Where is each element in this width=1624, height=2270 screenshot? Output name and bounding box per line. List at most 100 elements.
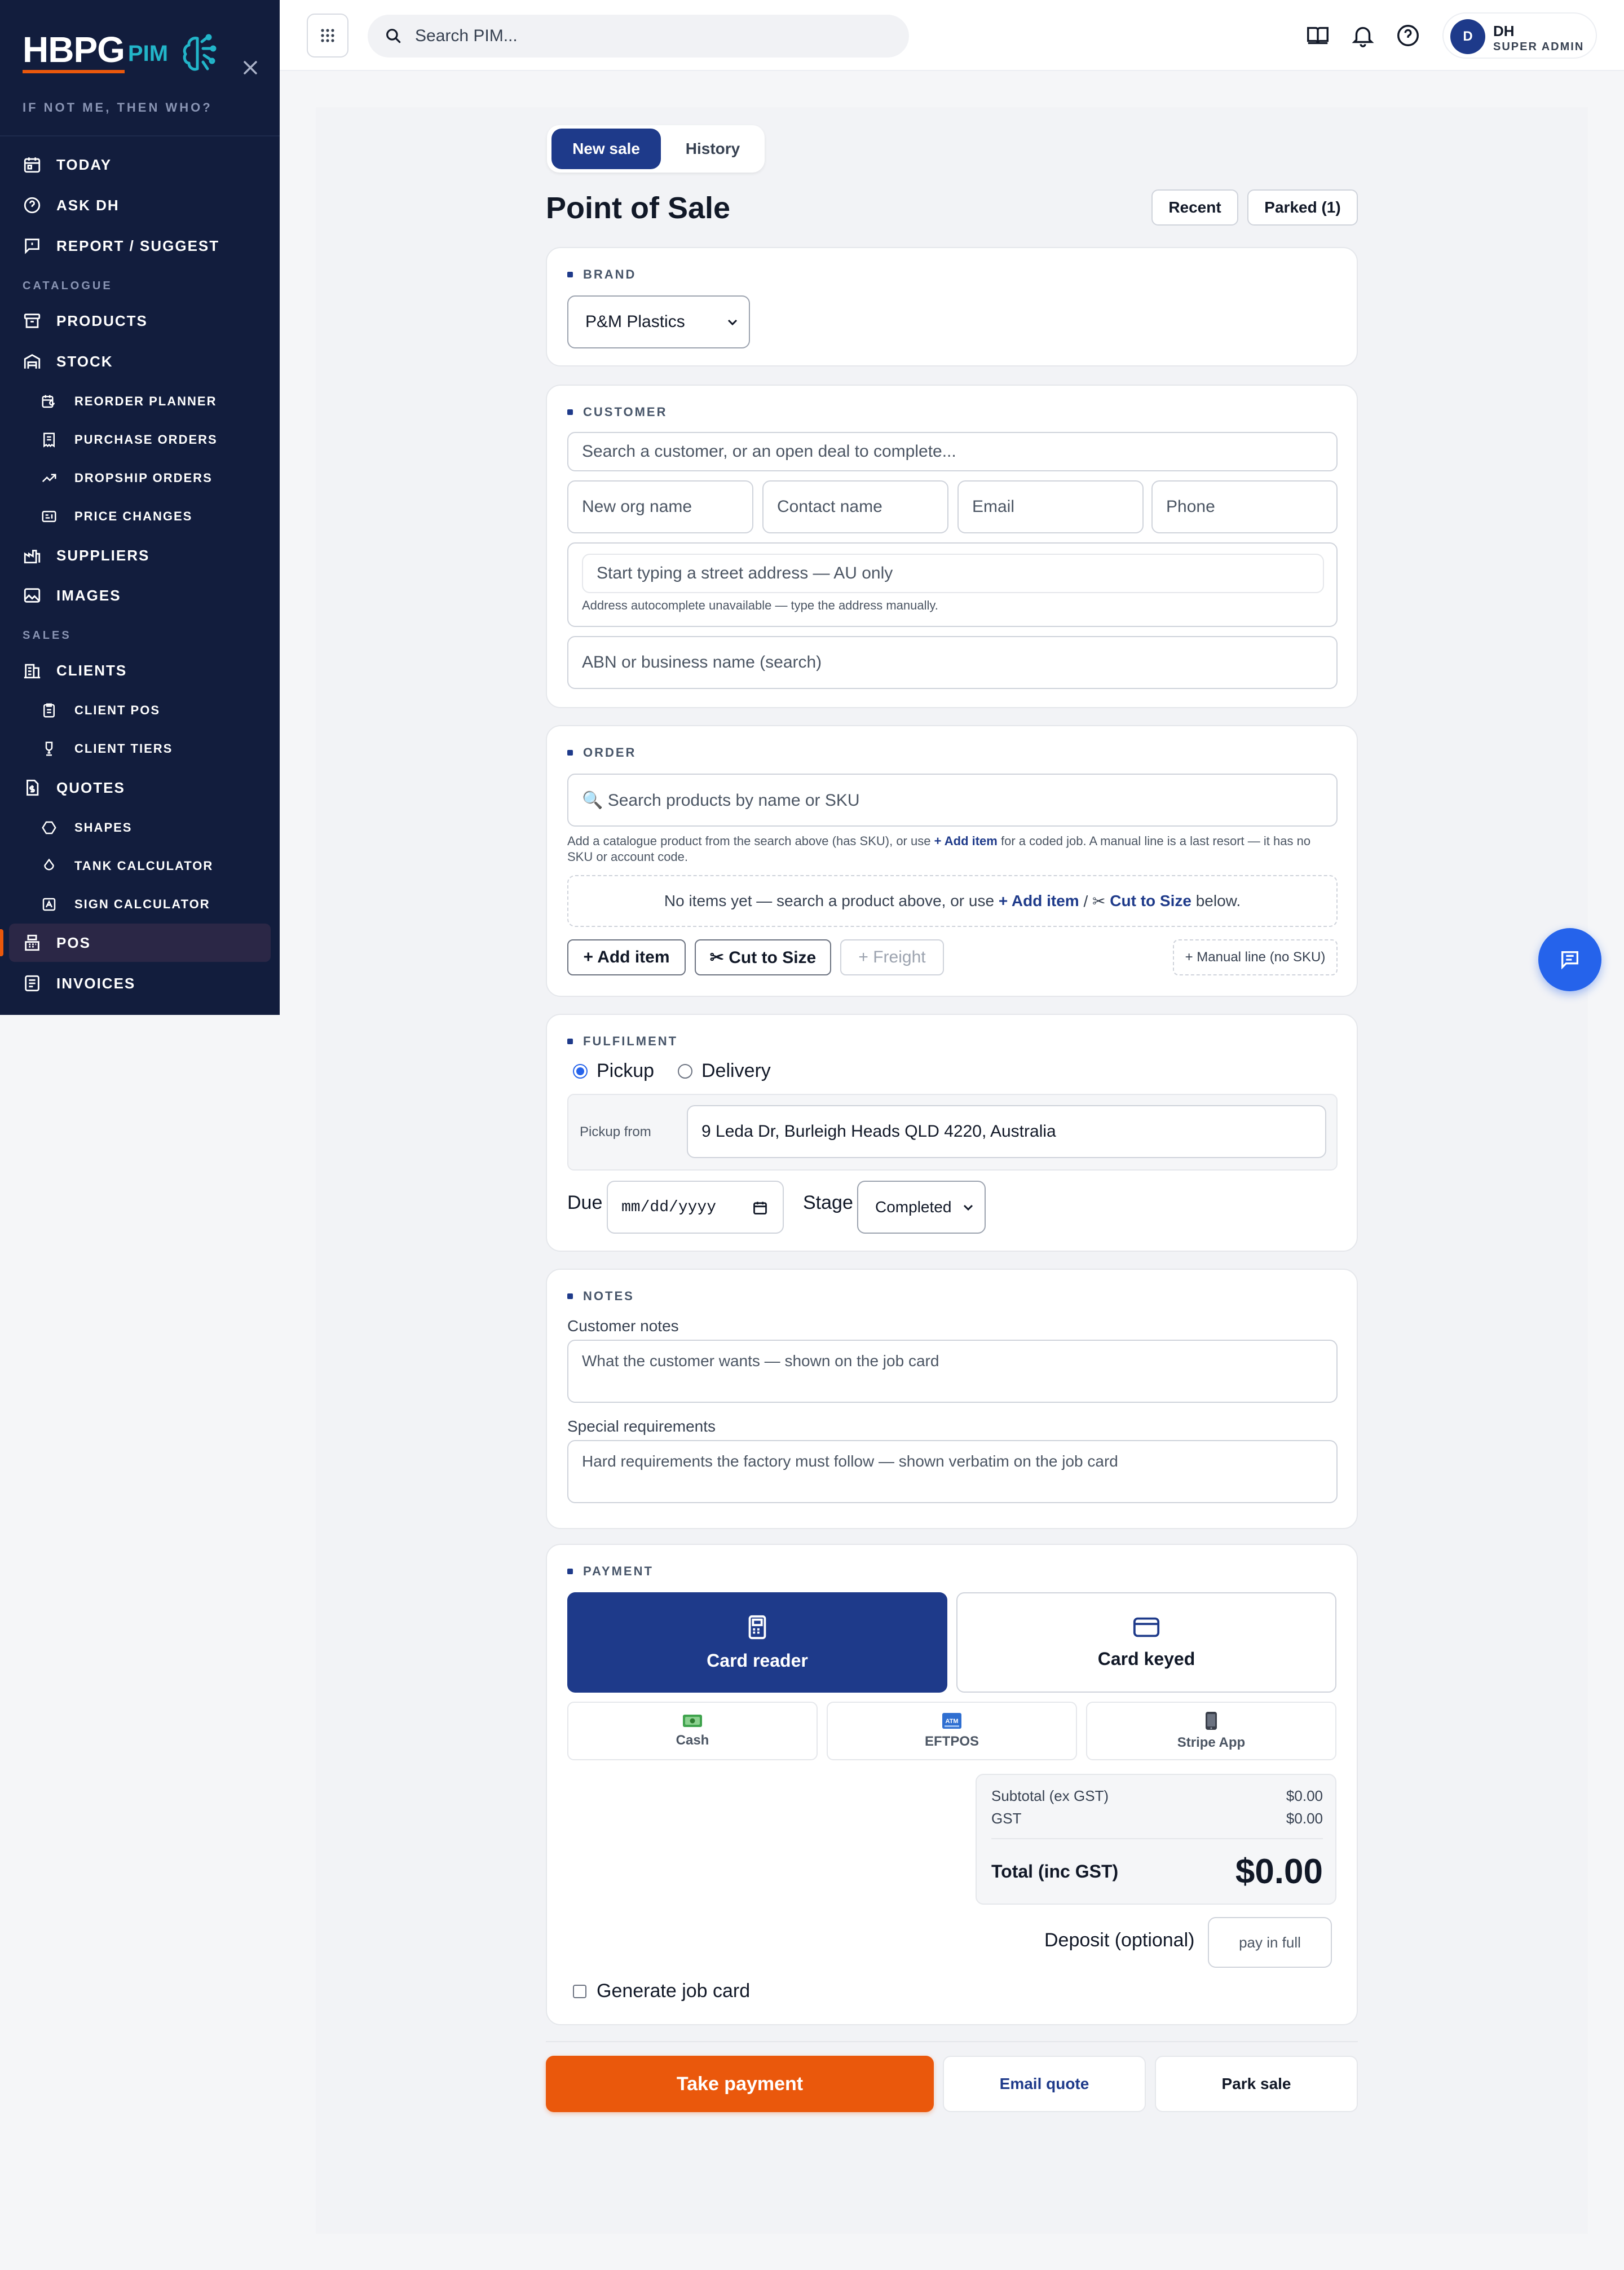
customer-notes-textarea[interactable]: What the customer wants — shown on the j… bbox=[567, 1340, 1338, 1403]
date-placeholder: mm/dd/yyyy bbox=[621, 1198, 717, 1216]
add-item-button[interactable]: + Add item bbox=[567, 939, 686, 975]
sidebar-item-clients[interactable]: CLIENTS bbox=[9, 651, 271, 690]
eftpos-option[interactable]: ATM EFTPOS bbox=[827, 1702, 1077, 1760]
calendar-refresh-icon bbox=[42, 395, 55, 408]
freight-button[interactable]: + Freight bbox=[840, 939, 944, 975]
generate-job-card-checkbox[interactable] bbox=[573, 1985, 586, 1998]
sidebar-item-today[interactable]: TODAY bbox=[9, 145, 271, 184]
special-requirements-textarea[interactable]: Hard requirements the factory must follo… bbox=[567, 1440, 1338, 1503]
sidebar-item-ask-dh[interactable]: ASK DH bbox=[9, 186, 271, 224]
email-field[interactable]: Email bbox=[957, 480, 1144, 533]
sidebar-item-products[interactable]: PRODUCTS bbox=[9, 302, 271, 340]
empty-text: No items yet — search a product above, o… bbox=[664, 892, 999, 909]
abn-search-field[interactable]: ABN or business name (search) bbox=[567, 636, 1338, 689]
sidebar-item-client-pos[interactable]: CLIENT POS bbox=[9, 691, 271, 730]
chat-icon bbox=[1561, 951, 1578, 970]
logo[interactable]: HBPG PIM bbox=[23, 32, 218, 73]
chat-fab-button[interactable] bbox=[1538, 928, 1601, 991]
sidebar-item-client-tiers[interactable]: CLIENT TIERS bbox=[9, 730, 271, 768]
recent-button[interactable]: Recent bbox=[1151, 189, 1238, 226]
deposit-input[interactable]: pay in full bbox=[1208, 1917, 1332, 1968]
section-label-sales: SALES bbox=[23, 629, 72, 642]
empty-add-item: + Add item bbox=[998, 892, 1079, 909]
total-value: $0.00 bbox=[1235, 1852, 1323, 1891]
radio-unselected bbox=[678, 1063, 692, 1079]
sidebar-item-quotes[interactable]: QUOTES bbox=[9, 769, 271, 807]
totals-summary: Subtotal (ex GST) $0.00 GST $0.00 Total (i… bbox=[976, 1774, 1336, 1905]
tab-history[interactable]: History bbox=[665, 129, 760, 169]
placeholder: Email bbox=[972, 497, 1015, 516]
sidebar-item-tank-calculator[interactable]: TANK CALCULATOR bbox=[9, 847, 271, 885]
option-label: Stripe App bbox=[1177, 1735, 1246, 1750]
tab-new-sale[interactable]: New sale bbox=[551, 129, 661, 169]
sidebar-item-dropship-orders[interactable]: DROPSHIP ORDERS bbox=[9, 459, 271, 497]
section-title-order: ORDER bbox=[567, 745, 636, 760]
global-search-input[interactable]: Search PIM... bbox=[368, 15, 909, 58]
contact-name-field[interactable]: Contact name bbox=[762, 480, 948, 533]
sidebar-item-label: POS bbox=[56, 934, 91, 951]
sidebar-item-suppliers[interactable]: SUPPLIERS bbox=[9, 536, 271, 575]
atm-icon: ATM bbox=[942, 1713, 961, 1729]
sidebar-item-images[interactable]: IMAGES bbox=[9, 576, 271, 615]
parked-button[interactable]: Parked (1) bbox=[1247, 189, 1358, 226]
park-sale-button[interactable]: Park sale bbox=[1155, 2056, 1358, 2112]
sidebar-item-label: QUOTES bbox=[56, 779, 125, 796]
user-menu[interactable]: D DH SUPER ADMIN bbox=[1442, 12, 1597, 59]
product-search-input[interactable]: 🔍 Search products by name or SKU bbox=[567, 774, 1338, 827]
sidebar-item-purchase-orders[interactable]: PURCHASE ORDERS bbox=[9, 421, 271, 459]
sidebar-item-invoices[interactable]: INVOICES bbox=[9, 964, 271, 1002]
sidebar-item-reorder-planner[interactable]: REORDER PLANNER bbox=[9, 382, 271, 421]
delivery-radio[interactable]: Delivery bbox=[678, 1060, 771, 1082]
brand-select-value: P&M Plastics bbox=[585, 312, 685, 331]
address-input[interactable]: Start typing a street address — AU only bbox=[582, 554, 1324, 593]
sidebar-item-price-changes[interactable]: PRICE CHANGES bbox=[9, 497, 271, 536]
customer-search-input[interactable]: Search a customer, or an open deal to co… bbox=[567, 432, 1338, 471]
empty-order-state: No items yet — search a product above, o… bbox=[567, 875, 1338, 927]
book-icon[interactable] bbox=[1305, 23, 1331, 48]
sidebar-item-sign-calculator[interactable]: SIGN CALCULATOR bbox=[9, 885, 271, 924]
take-payment-button[interactable]: Take payment bbox=[546, 2056, 934, 2112]
pickup-from-field[interactable]: 9 Leda Dr, Burleigh Heads QLD 4220, Aust… bbox=[687, 1105, 1326, 1158]
sidebar-item-pos[interactable]: POS bbox=[9, 924, 271, 962]
apps-grid-button[interactable] bbox=[307, 14, 348, 58]
gst-row: GST $0.00 bbox=[991, 1810, 1323, 1827]
field-value: 9 Leda Dr, Burleigh Heads QLD 4220, Aust… bbox=[701, 1122, 1056, 1141]
user-role: SUPER ADMIN bbox=[1493, 41, 1585, 53]
sidebar-item-shapes[interactable]: SHAPES bbox=[9, 809, 271, 847]
org-name-field[interactable]: New org name bbox=[567, 480, 753, 533]
placeholder: Start typing a street address — AU only bbox=[597, 564, 893, 582]
svg-text:ATM: ATM bbox=[945, 1718, 958, 1725]
notes-card: NOTES Customer notes What the customer w… bbox=[546, 1269, 1358, 1529]
bell-icon[interactable] bbox=[1350, 23, 1376, 48]
due-date-input[interactable]: mm/dd/yyyy bbox=[607, 1181, 784, 1234]
close-sidebar-icon[interactable] bbox=[239, 56, 262, 79]
email-quote-button[interactable]: Email quote bbox=[943, 2056, 1146, 2112]
sidebar-item-stock[interactable]: STOCK bbox=[9, 342, 271, 381]
phone-field[interactable]: Phone bbox=[1151, 480, 1338, 533]
pos-tabs: New sale History bbox=[547, 125, 765, 173]
stage-select[interactable]: Completed bbox=[857, 1181, 986, 1234]
section-title-payment: PAYMENT bbox=[567, 1564, 654, 1579]
card-keyed-option[interactable]: Card keyed bbox=[956, 1592, 1336, 1693]
section-title-text: CUSTOMER bbox=[583, 405, 668, 419]
sidebar-item-report-suggest[interactable]: REPORT / SUGGEST bbox=[9, 227, 271, 265]
card-reader-option[interactable]: Card reader bbox=[567, 1592, 947, 1693]
option-label: Card keyed bbox=[1097, 1648, 1195, 1669]
cash-icon bbox=[683, 1715, 702, 1727]
brand-select[interactable]: P&M Plastics bbox=[567, 295, 750, 348]
pickup-radio[interactable]: Pickup bbox=[573, 1060, 654, 1082]
section-title-text: ORDER bbox=[583, 745, 637, 759]
cash-option[interactable]: Cash bbox=[567, 1702, 818, 1760]
sidebar-item-label: SHAPES bbox=[74, 820, 133, 834]
manual-line-button[interactable]: + Manual line (no SKU) bbox=[1173, 939, 1338, 975]
calendar-picker-icon bbox=[753, 1202, 767, 1215]
pickup-from-label: Pickup from bbox=[580, 1124, 651, 1140]
trophy-icon bbox=[45, 741, 53, 756]
section-title-brand: BRAND bbox=[567, 267, 636, 282]
placeholder: 🔍 Search products by name or SKU bbox=[582, 790, 860, 810]
stripe-app-option[interactable]: Stripe App bbox=[1086, 1702, 1336, 1760]
sidebar-item-label: PRODUCTS bbox=[56, 312, 148, 329]
cut-to-size-button[interactable]: ✂ Cut to Size bbox=[695, 939, 831, 975]
help-icon[interactable] bbox=[1395, 23, 1421, 48]
help-circle-icon bbox=[24, 197, 41, 214]
